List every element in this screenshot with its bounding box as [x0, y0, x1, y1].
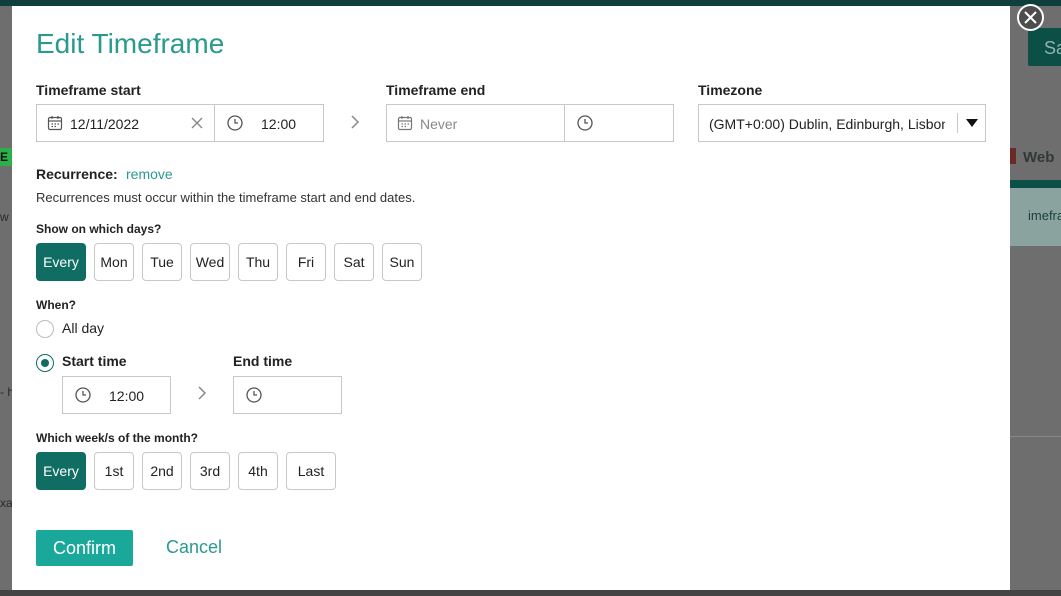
recurrence-label: Recurrence: [36, 166, 118, 182]
timezone-select[interactable]: (GMT+0:00) Dublin, Edinburgh, Lisbon, Lo… [698, 104, 986, 142]
clock-icon [75, 387, 91, 403]
app-divider [1010, 436, 1061, 437]
calendar-icon [47, 116, 63, 131]
app-left-fragment: w [0, 210, 9, 224]
week-chip-every[interactable]: Every [36, 452, 86, 490]
end-time-input[interactable] [233, 376, 342, 414]
app-left-fragment: E [0, 148, 12, 166]
day-chip-every[interactable]: Every [36, 243, 86, 281]
edit-timeframe-dialog: Edit Timeframe Timeframe start 12/11/202… [12, 6, 1010, 590]
when-label: When? [36, 298, 76, 312]
app-left-fragment: xa [0, 496, 12, 510]
app-left-fragment: - h [0, 385, 12, 399]
weeks-label: Which week/s of the month? [36, 431, 199, 445]
cancel-button[interactable]: Cancel [166, 537, 222, 558]
week-chip-4th[interactable]: 4th [238, 452, 278, 490]
timezone-label: Timezone [698, 82, 763, 98]
clock-icon [246, 387, 262, 403]
timeframe-end-time-input[interactable] [564, 104, 674, 142]
day-chip-wed[interactable]: Wed [190, 243, 230, 281]
app-save-button: Sa [1028, 28, 1061, 66]
day-chip-sat[interactable]: Sat [334, 243, 374, 281]
week-chip-last[interactable]: Last [286, 452, 336, 490]
select-divider [957, 113, 958, 133]
timeframe-start-label: Timeframe start [36, 82, 141, 98]
start-time-radio[interactable] [36, 354, 54, 372]
app-divider [1010, 180, 1061, 188]
chevron-right-icon [351, 115, 360, 129]
timeframe-start-time-value: 12:00 [261, 116, 297, 132]
start-time-value: 12:00 [109, 388, 145, 404]
week-chip-2nd[interactable]: 2nd [142, 452, 182, 490]
confirm-button[interactable]: Confirm [36, 530, 133, 566]
week-chip-1st[interactable]: 1st [94, 452, 134, 490]
caret-down-icon [966, 119, 978, 127]
day-chip-sun[interactable]: Sun [382, 243, 422, 281]
all-day-label: All day [62, 320, 105, 336]
app-timeframe-label: imeframe [1010, 188, 1061, 246]
recurrence-note: Recurrences must occur within the timefr… [36, 190, 416, 205]
timeframe-start-date-value: 12/11/2022 [70, 116, 140, 132]
start-time-label: Start time [62, 353, 127, 369]
week-chip-3rd[interactable]: 3rd [190, 452, 230, 490]
app-right-edge [1010, 6, 1061, 596]
timeframe-end-date-placeholder: Never [420, 116, 458, 132]
app-web-tab: Web [1008, 148, 1054, 166]
dialog-title: Edit Timeframe [36, 28, 225, 59]
start-time-input[interactable]: 12:00 [62, 376, 171, 414]
day-chip-mon[interactable]: Mon [94, 243, 134, 281]
day-chip-thu[interactable]: Thu [238, 243, 278, 281]
app-web-label: Web [1023, 149, 1055, 166]
day-chip-tue[interactable]: Tue [142, 243, 182, 281]
clear-icon[interactable] [191, 117, 203, 129]
day-chip-fri[interactable]: Fri [286, 243, 326, 281]
clock-icon [577, 115, 593, 131]
calendar-icon [397, 116, 413, 131]
close-button[interactable] [1017, 4, 1044, 31]
timeframe-start-date-input[interactable]: 12/11/2022 [36, 104, 215, 142]
app-bottom-strip [0, 590, 1061, 596]
chevron-right-icon [198, 386, 207, 400]
end-time-label: End time [233, 353, 293, 369]
remove-recurrence-link[interactable]: remove [126, 166, 173, 182]
days-label: Show on which days? [36, 222, 162, 236]
timezone-value: (GMT+0:00) Dublin, Edinburgh, Lisbon, Lo… [709, 116, 945, 132]
timeframe-start-time-input[interactable]: 12:00 [214, 104, 324, 142]
clock-icon [227, 115, 243, 131]
close-icon [1024, 11, 1037, 24]
all-day-radio[interactable] [36, 320, 54, 338]
timeframe-end-label: Timeframe end [386, 82, 486, 98]
timeframe-end-date-input[interactable]: Never [386, 104, 565, 142]
